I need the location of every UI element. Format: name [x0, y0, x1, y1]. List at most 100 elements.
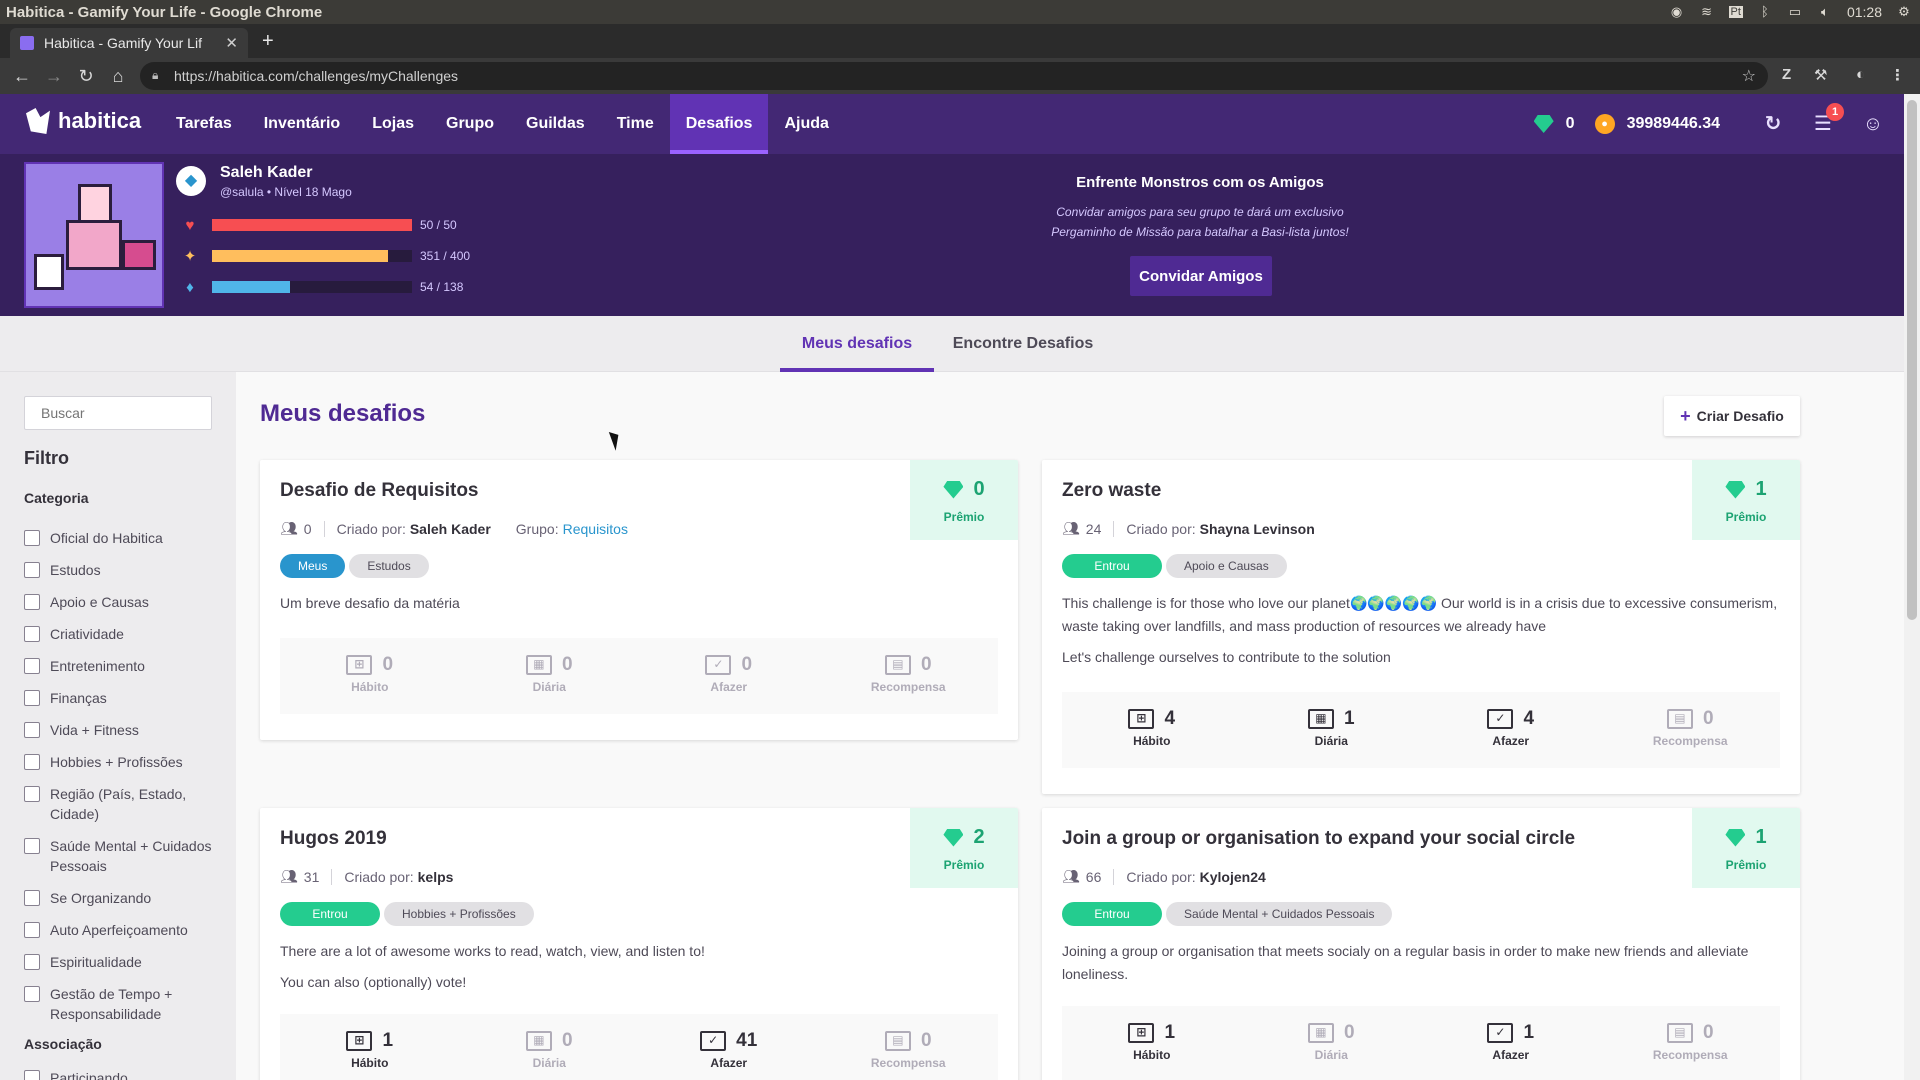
tag-badge[interactable]: Estudos: [349, 554, 429, 578]
sync-icon[interactable]: ↻: [1760, 111, 1786, 137]
count-value: 0: [1702, 708, 1714, 729]
nav-item-ajuda[interactable]: Ajuda: [768, 94, 844, 154]
category-checkbox[interactable]: Entretenimento: [24, 656, 224, 676]
nav-item-inventario[interactable]: Inventário: [248, 94, 356, 154]
nav-item-grupo[interactable]: Grupo: [430, 94, 510, 154]
gem-icon[interactable]: [1533, 115, 1554, 133]
tag-badge[interactable]: Hobbies + Profissões: [384, 902, 534, 926]
extension-z-icon[interactable]: Z: [1782, 66, 1791, 83]
invite-friends-button[interactable]: Convidar Amigos: [1130, 256, 1272, 296]
category-checkbox[interactable]: Finanças: [24, 688, 224, 708]
checkbox-label: Estudos: [50, 562, 101, 578]
gear-icon[interactable]: ⚙: [1896, 5, 1912, 19]
dropbox-icon[interactable]: ◉: [1669, 5, 1685, 19]
category-checkbox[interactable]: Oficial do Habitica: [24, 528, 224, 548]
page-scrollbar[interactable]: [1904, 94, 1920, 1080]
category-checkbox[interactable]: Criatividade: [24, 624, 224, 644]
nav-item-desafios[interactable]: Desafios: [669, 94, 769, 154]
new-tab-icon[interactable]: +: [262, 30, 274, 53]
checkbox-label: Espiritualidade: [50, 954, 142, 970]
checkbox[interactable]: [24, 658, 40, 674]
bookmark-star-icon[interactable]: ☆: [1742, 66, 1756, 86]
checkbox[interactable]: [24, 690, 40, 706]
checkbox[interactable]: [24, 786, 40, 802]
group-link[interactable]: Requisitos: [563, 521, 628, 537]
nav-item-tarefas[interactable]: Tarefas: [160, 94, 248, 154]
checkbox[interactable]: [24, 722, 40, 738]
chrome-menu-icon[interactable]: ⋮: [1890, 66, 1905, 84]
nav-item-time[interactable]: Time: [601, 94, 670, 154]
experience-bar: [212, 250, 412, 262]
browser-tab[interactable]: Habitica - Gamify Your Lif ✕: [10, 28, 248, 58]
challenge-card[interactable]: Hugos 2019 👥︎ 31 Criado por: kelps Entrou…: [260, 808, 1018, 1080]
bluetooth-icon[interactable]: ᛒ: [1757, 5, 1773, 19]
count-value: 1: [1523, 1022, 1535, 1043]
checkbox[interactable]: [24, 754, 40, 770]
creator-name[interactable]: Shayna Levinson: [1200, 521, 1315, 537]
nav-item-lojas[interactable]: Lojas: [356, 94, 430, 154]
creator-name[interactable]: Kylojen24: [1200, 869, 1266, 885]
tag-badge[interactable]: Entrou: [1062, 554, 1162, 578]
tag-badge[interactable]: Entrou: [1062, 902, 1162, 926]
scrollbar-thumb[interactable]: [1907, 100, 1917, 620]
notifications-icon[interactable]: ☰ 1: [1810, 103, 1844, 137]
checkbox[interactable]: [24, 922, 40, 938]
checkbox[interactable]: [24, 562, 40, 578]
category-checkbox[interactable]: Vida + Fitness: [24, 720, 224, 740]
challenge-title[interactable]: Zero waste: [1062, 480, 1161, 502]
checkbox[interactable]: [24, 838, 40, 854]
search-input[interactable]: [24, 396, 212, 430]
count-value: 1: [1164, 1022, 1176, 1043]
nav-item-guildas[interactable]: Guildas: [510, 94, 601, 154]
challenge-card[interactable]: Join a group or organisation to expand y…: [1042, 808, 1800, 1080]
reload-icon[interactable]: ↻: [76, 66, 96, 87]
checkbox[interactable]: [24, 986, 40, 1002]
category-checkbox[interactable]: Espiritualidade: [24, 952, 224, 972]
category-checkbox[interactable]: Estudos: [24, 560, 224, 580]
category-checkbox[interactable]: Se Organizando: [24, 888, 224, 908]
checkbox[interactable]: [24, 890, 40, 906]
creator-name[interactable]: kelps: [418, 869, 454, 885]
tag-badge[interactable]: Saúde Mental + Cuidados Pessoais: [1166, 902, 1393, 926]
category-checkbox[interactable]: Auto Aperfeiçoamento: [24, 920, 224, 940]
back-icon[interactable]: ←: [12, 66, 32, 87]
membership-checkbox-participando[interactable]: Participando: [24, 1068, 224, 1080]
checkbox[interactable]: [24, 594, 40, 610]
lock-icon[interactable]: 🔒︎: [152, 68, 158, 83]
creator-name[interactable]: Saleh Kader: [410, 521, 491, 537]
category-checkbox[interactable]: Apoio e Causas: [24, 592, 224, 612]
checkbox[interactable]: [24, 626, 40, 642]
close-tab-icon[interactable]: ✕: [225, 34, 238, 52]
volume-icon[interactable]: 🔈︎: [1817, 5, 1833, 19]
forward-icon[interactable]: →: [44, 66, 64, 87]
battery-icon[interactable]: ▭: [1787, 5, 1803, 19]
tag-badge[interactable]: Meus: [280, 554, 346, 578]
challenge-title[interactable]: Join a group or organisation to expand y…: [1062, 828, 1575, 850]
tab-my-challenges[interactable]: Meus desafios: [780, 316, 934, 372]
challenge-title[interactable]: Hugos 2019: [280, 828, 387, 850]
category-checkbox[interactable]: Região (País, Estado, Cidade): [24, 784, 224, 824]
create-challenge-button[interactable]: + Criar Desafio: [1664, 396, 1800, 436]
clock[interactable]: 01:28: [1847, 4, 1882, 20]
wifi-icon[interactable]: ≋: [1699, 5, 1715, 19]
category-checkbox[interactable]: Saúde Mental + Cuidados Pessoais: [24, 836, 224, 876]
challenge-card[interactable]: Desafio de Requisitos 👥︎ 0 Criado por: S…: [260, 460, 1018, 740]
home-icon[interactable]: ⌂: [108, 66, 128, 87]
address-bar[interactable]: 🔒︎ https://habitica.com/challenges/myCha…: [140, 62, 1768, 90]
tag-badge[interactable]: Apoio e Causas: [1166, 554, 1287, 578]
avatar[interactable]: [24, 162, 164, 308]
tag-badge[interactable]: Entrou: [280, 902, 380, 926]
user-menu-icon[interactable]: ☺: [1860, 111, 1886, 137]
habitica-logo[interactable]: habitica: [26, 108, 141, 134]
checkbox[interactable]: [24, 1070, 40, 1080]
extension-tools-icon[interactable]: ⚒: [1814, 66, 1827, 84]
keyboard-language[interactable]: Pt: [1728, 6, 1743, 18]
category-checkbox[interactable]: Gestão de Tempo + Responsabilidade: [24, 984, 224, 1024]
category-checkbox[interactable]: Hobbies + Profissões: [24, 752, 224, 772]
tab-find-challenges[interactable]: Encontre Desafios: [944, 316, 1102, 372]
checkbox[interactable]: [24, 530, 40, 546]
challenge-title[interactable]: Desafio de Requisitos: [280, 480, 479, 502]
checkbox[interactable]: [24, 954, 40, 970]
profile-avatar-icon[interactable]: ◐: [1856, 66, 1865, 83]
challenge-card[interactable]: Zero waste 👥︎ 24 Criado por: Shayna Levi…: [1042, 460, 1800, 794]
